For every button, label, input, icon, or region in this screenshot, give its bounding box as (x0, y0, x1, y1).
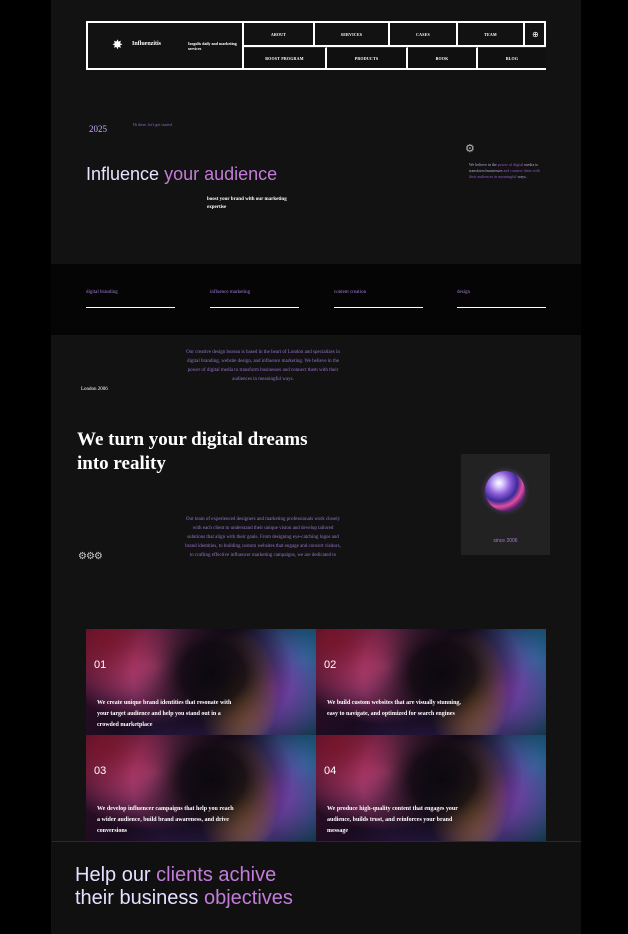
globe-icon: ⊕ (532, 29, 539, 39)
service-design[interactable]: design (457, 290, 546, 308)
gear-icon: ⚙ (465, 142, 475, 155)
service-card-03[interactable]: 03 We develop influencer campaigns that … (86, 735, 316, 841)
card-number: 03 (94, 765, 107, 777)
nav-cases-label: CASES (416, 31, 430, 37)
bottom-title-line1-plain: Help our (75, 864, 151, 886)
card-description: We develop influencer campaigns that hel… (97, 806, 234, 834)
bottom-title-line2-accent: objectives (203, 887, 293, 909)
nav-team[interactable]: TEAM (458, 23, 525, 47)
nav-about-label: ABOUT (270, 31, 287, 37)
page: ✸ Influenzitis Izogolis daily and market… (51, 0, 581, 934)
hero-side-text: We believe in the power of digital media… (469, 162, 547, 180)
nav-boost-program-label: BOOST PROGRAM (265, 55, 304, 61)
nav-cases[interactable]: CASES (390, 23, 458, 47)
card-number: 01 (94, 659, 107, 671)
section-title: We turn your digital dreams into reality (77, 429, 308, 474)
service-card-04[interactable]: 04 We produce high-quality content that … (316, 735, 546, 841)
sparkle-logo-icon: ✸ (112, 38, 123, 53)
card-number: 02 (324, 659, 337, 671)
since-label: since 2006 (493, 538, 518, 544)
card-description: We produce high-quality content that eng… (327, 806, 458, 834)
header-nav: ✸ Influenzitis Izogolis daily and market… (86, 21, 546, 70)
nav-book[interactable]: BOOK (408, 47, 478, 68)
service-content-creation[interactable]: content creation (334, 290, 423, 308)
hero-title: Influence your audience (86, 164, 277, 185)
nav-boost-program[interactable]: BOOST PROGRAM (244, 47, 327, 68)
brand-tagline: Izogolis daily and marketing services (188, 41, 237, 51)
bottom-title-line1-accent: clients achive (156, 864, 277, 886)
card-description: We create unique brand identities that r… (97, 700, 232, 728)
nav-blog[interactable]: BLOG (478, 47, 546, 68)
services-band: digital branding influence marketing con… (51, 264, 581, 335)
service-digital-branding[interactable]: digital branding (86, 290, 175, 308)
about-text: Our creative design bureau is based in t… (186, 350, 340, 382)
nav-services-label: SERVICES (340, 31, 363, 37)
orb-image (485, 471, 525, 511)
hero-year: 2025 (89, 124, 107, 134)
hero-title-accent: your audience (164, 164, 278, 184)
hero-side-a: We believe in the (469, 162, 497, 167)
nav-services[interactable]: SERVICES (315, 23, 390, 47)
card-number: 04 (324, 765, 337, 777)
card-description: We build custom websites that are visual… (327, 700, 461, 717)
nav-book-label: BOOK (435, 55, 449, 61)
hero-subtitle: boost your brand with our marketing expe… (207, 197, 287, 210)
language-button[interactable]: ⊕ (525, 23, 546, 47)
brand-name: Influenzitis (132, 41, 162, 47)
bottom-section: Help our clients achive their business o… (52, 841, 581, 934)
hero-side-e: ways. (517, 174, 527, 179)
nav-about[interactable]: ABOUT (244, 23, 315, 47)
hero-title-plain: Influence (86, 164, 160, 184)
location-label: London 2006 (81, 387, 108, 392)
bottom-title-line2-plain: their business (75, 887, 199, 909)
nav-team-label: TEAM (484, 31, 497, 37)
nav-products[interactable]: PRODUCTS (327, 47, 408, 68)
team-text: Our team of experienced designers and ma… (185, 517, 341, 558)
hero-side-b: power of digital (497, 162, 524, 167)
nav-blog-label: BLOG (505, 55, 519, 61)
gears-icon: ⚙⚙⚙ (78, 551, 103, 562)
nav-products-label: PRODUCTS (354, 55, 379, 61)
since-card: since 2006 (461, 454, 550, 555)
service-card-02[interactable]: 02 We build custom websites that are vis… (316, 629, 546, 735)
service-influence-marketing[interactable]: influence marketing (210, 290, 299, 308)
logo[interactable]: ✸ Influenzitis Izogolis daily and market… (88, 23, 244, 68)
hero-greeting: Hi there, let's get started (133, 122, 172, 127)
service-card-01[interactable]: 01 We create unique brand identities tha… (86, 629, 316, 735)
bottom-title: Help our clients achive their business o… (75, 864, 293, 910)
